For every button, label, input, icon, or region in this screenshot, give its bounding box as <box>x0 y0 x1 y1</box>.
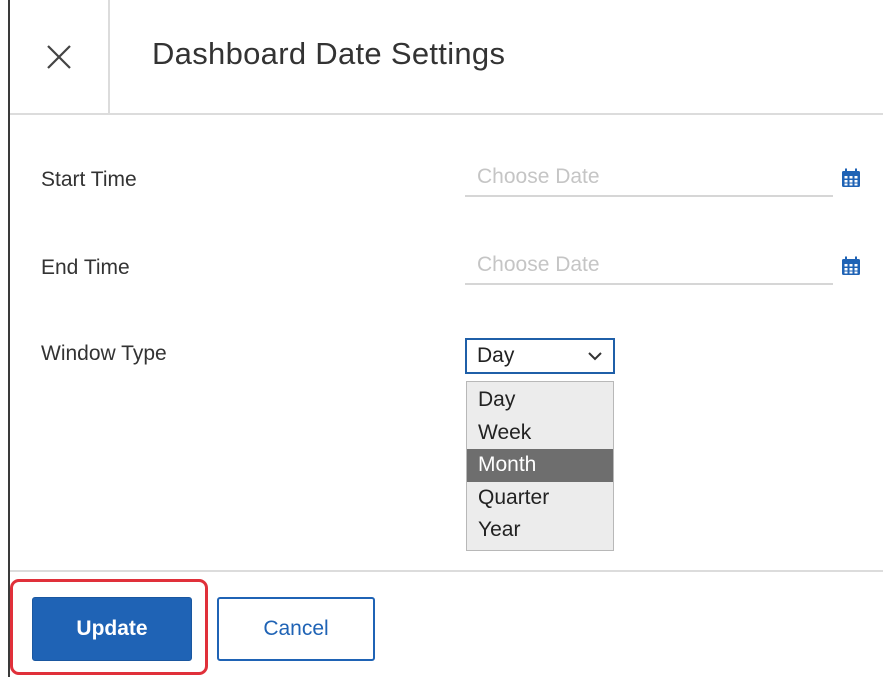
window-type-label: Window Type <box>41 342 167 365</box>
chevron-down-icon <box>588 352 602 361</box>
date-settings-dialog: Dashboard Date Settings Start Time End T… <box>8 0 883 679</box>
close-button[interactable] <box>10 0 110 113</box>
calendar-icon[interactable] <box>841 256 861 276</box>
option-month[interactable]: Month <box>467 449 613 482</box>
dialog-footer: Update Cancel <box>10 570 883 679</box>
window-type-select[interactable]: Day <box>465 338 615 374</box>
start-time-date-field[interactable] <box>465 163 833 197</box>
end-time-date-field[interactable] <box>465 251 833 285</box>
dialog-title: Dashboard Date Settings <box>152 36 506 71</box>
calendar-icon[interactable] <box>841 168 861 188</box>
start-time-label: Start Time <box>41 168 137 191</box>
option-year[interactable]: Year <box>467 514 613 547</box>
update-button[interactable]: Update <box>32 597 192 661</box>
option-day[interactable]: Day <box>467 384 613 417</box>
close-icon <box>47 44 71 69</box>
window-type-dropdown: Day Week Month Quarter Year <box>466 381 614 551</box>
cancel-button[interactable]: Cancel <box>217 597 375 661</box>
dialog-header: Dashboard Date Settings <box>10 0 883 115</box>
window-type-selected-value: Day <box>477 344 515 367</box>
option-quarter[interactable]: Quarter <box>467 482 613 515</box>
end-time-label: End Time <box>41 256 130 279</box>
option-week[interactable]: Week <box>467 417 613 450</box>
